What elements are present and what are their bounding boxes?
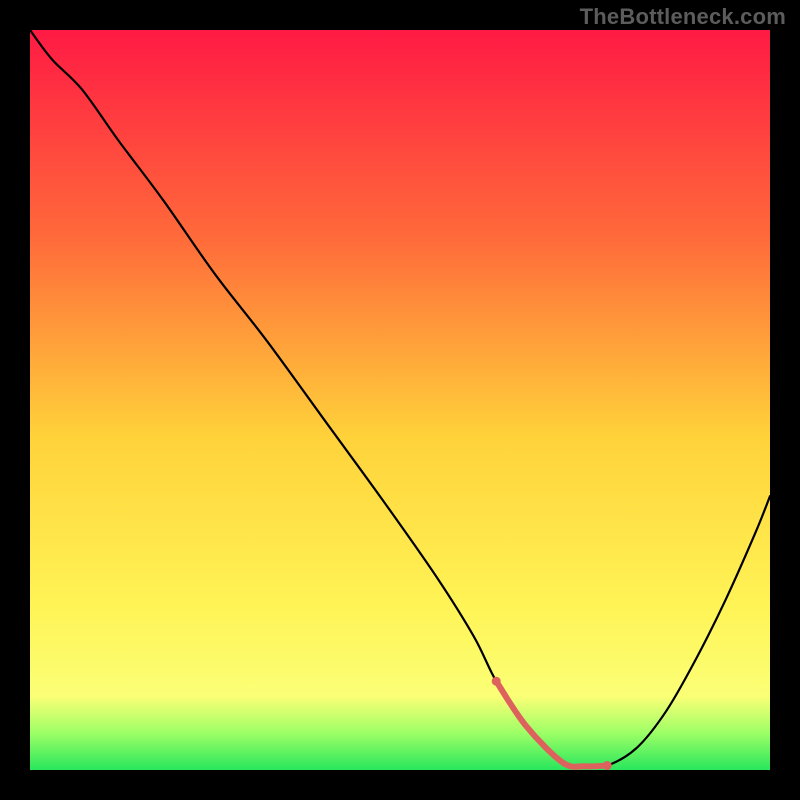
highlight-start-dot bbox=[492, 677, 501, 686]
chart-frame: TheBottleneck.com bbox=[0, 0, 800, 800]
bottleneck-chart bbox=[30, 30, 770, 770]
gradient-bg bbox=[30, 30, 770, 770]
watermark-text: TheBottleneck.com bbox=[580, 4, 786, 30]
plot-area bbox=[30, 30, 770, 770]
highlight-end-dot bbox=[603, 761, 612, 770]
